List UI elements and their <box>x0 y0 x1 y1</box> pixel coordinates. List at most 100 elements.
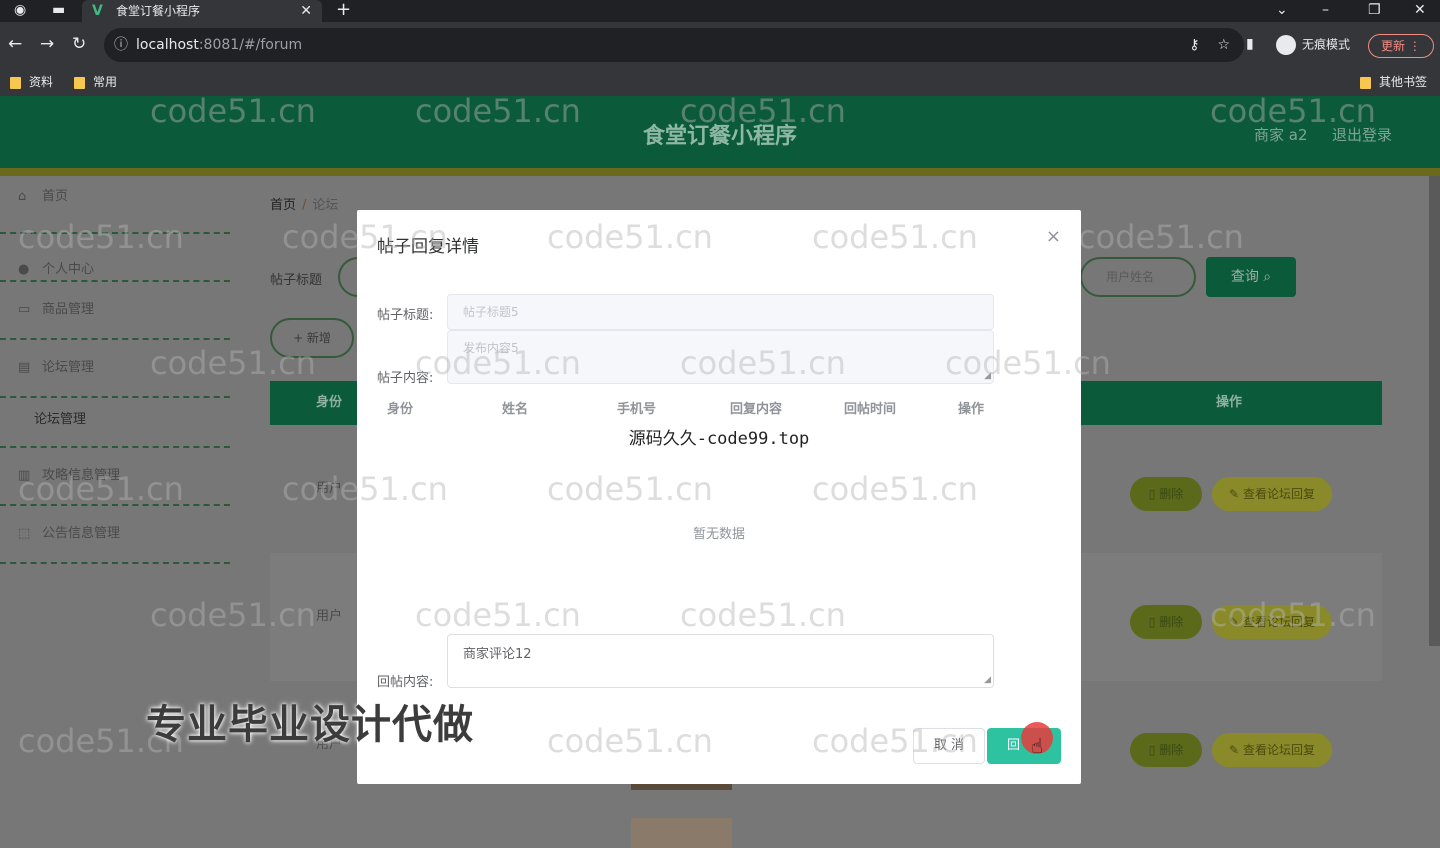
reply-header-name: 姓名 <box>502 402 529 417</box>
current-user: 商家 a2 <box>1254 126 1308 144</box>
update-button[interactable]: 更新 ⋮ <box>1368 34 1434 58</box>
user-search-input[interactable]: 用户姓名 <box>1080 257 1196 297</box>
reload-icon[interactable]: ↻ <box>72 34 86 54</box>
delete-button[interactable]: ▯ 删除 <box>1130 605 1202 639</box>
sidebar-item-label: 攻略信息管理 <box>42 468 121 483</box>
folder-icon <box>1360 76 1371 89</box>
dialog-title: 帖子回复详情 <box>377 237 479 257</box>
forward-icon[interactable]: → <box>40 34 54 54</box>
row-identity: 用户 <box>316 609 343 624</box>
incognito-indicator[interactable]: 无痕模式 <box>1276 35 1350 55</box>
header-accent-bar <box>0 168 1440 176</box>
tab-search-icon[interactable]: ▬ <box>52 2 65 18</box>
sidebar-item-notice[interactable]: ⬚ 公告信息管理 <box>0 506 230 564</box>
sidebar-item-label: 首页 <box>42 189 69 204</box>
sidebar-item-label: 论坛管理 <box>34 412 87 427</box>
restore-icon[interactable]: ❐ <box>1368 0 1381 20</box>
view-replies-button[interactable]: ✎ 查看论坛回复 <box>1212 733 1332 767</box>
delete-label: 删除 <box>1159 615 1184 629</box>
browser-tab[interactable]: V 食堂订餐小程序 ✕ <box>82 0 322 22</box>
post-thumbnail <box>631 818 732 848</box>
header-identity: 身份 <box>316 395 343 410</box>
reply-header-phone: 手机号 <box>617 402 657 417</box>
sidebar-subitem-forum[interactable]: 论坛管理 <box>0 398 230 448</box>
resize-handle-icon[interactable]: ◢ <box>984 371 991 381</box>
hand-cursor-icon: ☝ <box>1031 734 1044 758</box>
reply-header-content: 回复内容 <box>730 402 783 417</box>
address-bar-area: ← → ↻ ⓘ localhost:8081/#/forum ⚷ ☆ ▮ 无痕模… <box>0 22 1440 68</box>
sidebar-item-profile[interactable]: ● 个人中心 <box>0 234 230 282</box>
forum-icon: ▤ <box>18 360 31 375</box>
add-button[interactable]: + 新增 <box>270 318 354 358</box>
window-close-icon[interactable]: ✕ <box>1414 0 1426 20</box>
new-tab-button[interactable]: + <box>336 0 351 20</box>
bookmark-star-icon[interactable]: ☆ <box>1217 37 1230 53</box>
tab-title: 食堂订餐小程序 <box>116 4 201 18</box>
post-content-text: 发布内容5 <box>463 341 519 355</box>
logout-link[interactable]: 退出登录 <box>1332 124 1392 145</box>
incognito-icon <box>1276 35 1296 55</box>
other-bookmarks[interactable]: 其他书签 <box>1360 72 1427 92</box>
edit-icon: ✎ <box>1229 615 1240 629</box>
sidebar-item-goods[interactable]: ▭ 商品管理 <box>0 282 230 340</box>
url-field[interactable]: ⓘ localhost:8081/#/forum ⚷ ☆ <box>104 28 1244 62</box>
folder-icon <box>74 76 85 89</box>
sidebar-panel-icon[interactable]: ▮ <box>1246 36 1254 52</box>
tab-close-icon[interactable]: ✕ <box>300 0 312 22</box>
breadcrumb-separator: / <box>302 198 307 213</box>
delete-button[interactable]: ▯ 删除 <box>1130 733 1202 767</box>
notice-icon: ⬚ <box>18 526 31 541</box>
goods-icon: ▭ <box>18 302 31 317</box>
url-actions: ⚷ ☆ <box>1189 28 1230 62</box>
post-content-textarea[interactable]: 发布内容5 ◢ <box>447 330 994 384</box>
post-content-label: 帖子内容: <box>377 371 434 386</box>
password-key-icon[interactable]: ⚷ <box>1189 37 1199 53</box>
minimize-icon[interactable]: – <box>1322 0 1329 20</box>
bookmarks-bar: 资料 常用 其他书签 <box>0 68 1440 96</box>
app-header: 食堂订餐小程序 商家 a2 退出登录 <box>0 96 1440 168</box>
post-title-input[interactable]: 帖子标题5 <box>447 294 994 330</box>
delete-icon: ▯ <box>1148 487 1156 501</box>
breadcrumb-home[interactable]: 首页 <box>270 198 296 213</box>
breadcrumb-current: 论坛 <box>312 198 339 213</box>
empty-state-text: 暂无数据 <box>692 527 745 542</box>
breadcrumb: 首页 / 论坛 <box>270 194 338 213</box>
page-scrollbar[interactable] <box>1429 176 1440 646</box>
reply-content-textarea[interactable]: 商家评论12 ◢ <box>447 634 994 688</box>
view-replies-button[interactable]: ✎ 查看论坛回复 <box>1212 605 1332 639</box>
bookmark-label: 资料 <box>29 75 54 89</box>
resize-handle-icon[interactable]: ◢ <box>984 675 991 685</box>
app-title: 食堂订餐小程序 <box>642 124 797 149</box>
bookmark-folder-1[interactable]: 资料 <box>10 72 53 92</box>
post-title-label: 帖子标题: <box>377 308 434 323</box>
edit-icon: ✎ <box>1229 743 1240 757</box>
sidebar-item-forum[interactable]: ▤ 论坛管理 <box>0 340 230 398</box>
site-info-icon[interactable]: ⓘ <box>114 28 128 62</box>
delete-icon: ▯ <box>1148 743 1156 757</box>
vue-logo-icon: V <box>92 3 103 19</box>
folder-icon <box>10 76 21 89</box>
reply-header-time: 回帖时间 <box>844 402 897 417</box>
query-button[interactable]: 查询 ⌕ <box>1206 257 1296 297</box>
sidebar-item-guide[interactable]: ▥ 攻略信息管理 <box>0 448 230 506</box>
close-icon[interactable]: × <box>1046 226 1061 247</box>
tab-list-icon[interactable]: ⌄ <box>1276 0 1288 20</box>
delete-button[interactable]: ▯ 删除 <box>1130 477 1202 511</box>
browser-menu-icon[interactable]: ◉ <box>14 2 26 18</box>
back-icon[interactable]: ← <box>8 34 22 54</box>
bookmark-label: 常用 <box>93 75 118 89</box>
sidebar-item-label: 论坛管理 <box>42 360 95 375</box>
view-replies-button[interactable]: ✎ 查看论坛回复 <box>1212 477 1332 511</box>
view-replies-label: 查看论坛回复 <box>1242 487 1315 501</box>
bookmark-folder-2[interactable]: 常用 <box>74 72 117 92</box>
reply-header-actions: 操作 <box>958 402 985 417</box>
cancel-button[interactable]: 取 消 <box>913 728 985 764</box>
url-host: localhost <box>136 37 199 53</box>
sidebar-item-label: 个人中心 <box>42 262 95 277</box>
browser-tab-bar: ◉ ▬ V 食堂订餐小程序 ✕ + ⌄ – ❐ ✕ <box>0 0 1440 22</box>
guide-icon: ▥ <box>18 468 31 483</box>
other-bookmarks-label: 其他书签 <box>1379 75 1428 89</box>
sidebar-item-home[interactable]: ⌂ 首页 <box>0 176 230 234</box>
home-icon: ⌂ <box>18 189 27 204</box>
view-replies-label: 查看论坛回复 <box>1242 743 1315 757</box>
